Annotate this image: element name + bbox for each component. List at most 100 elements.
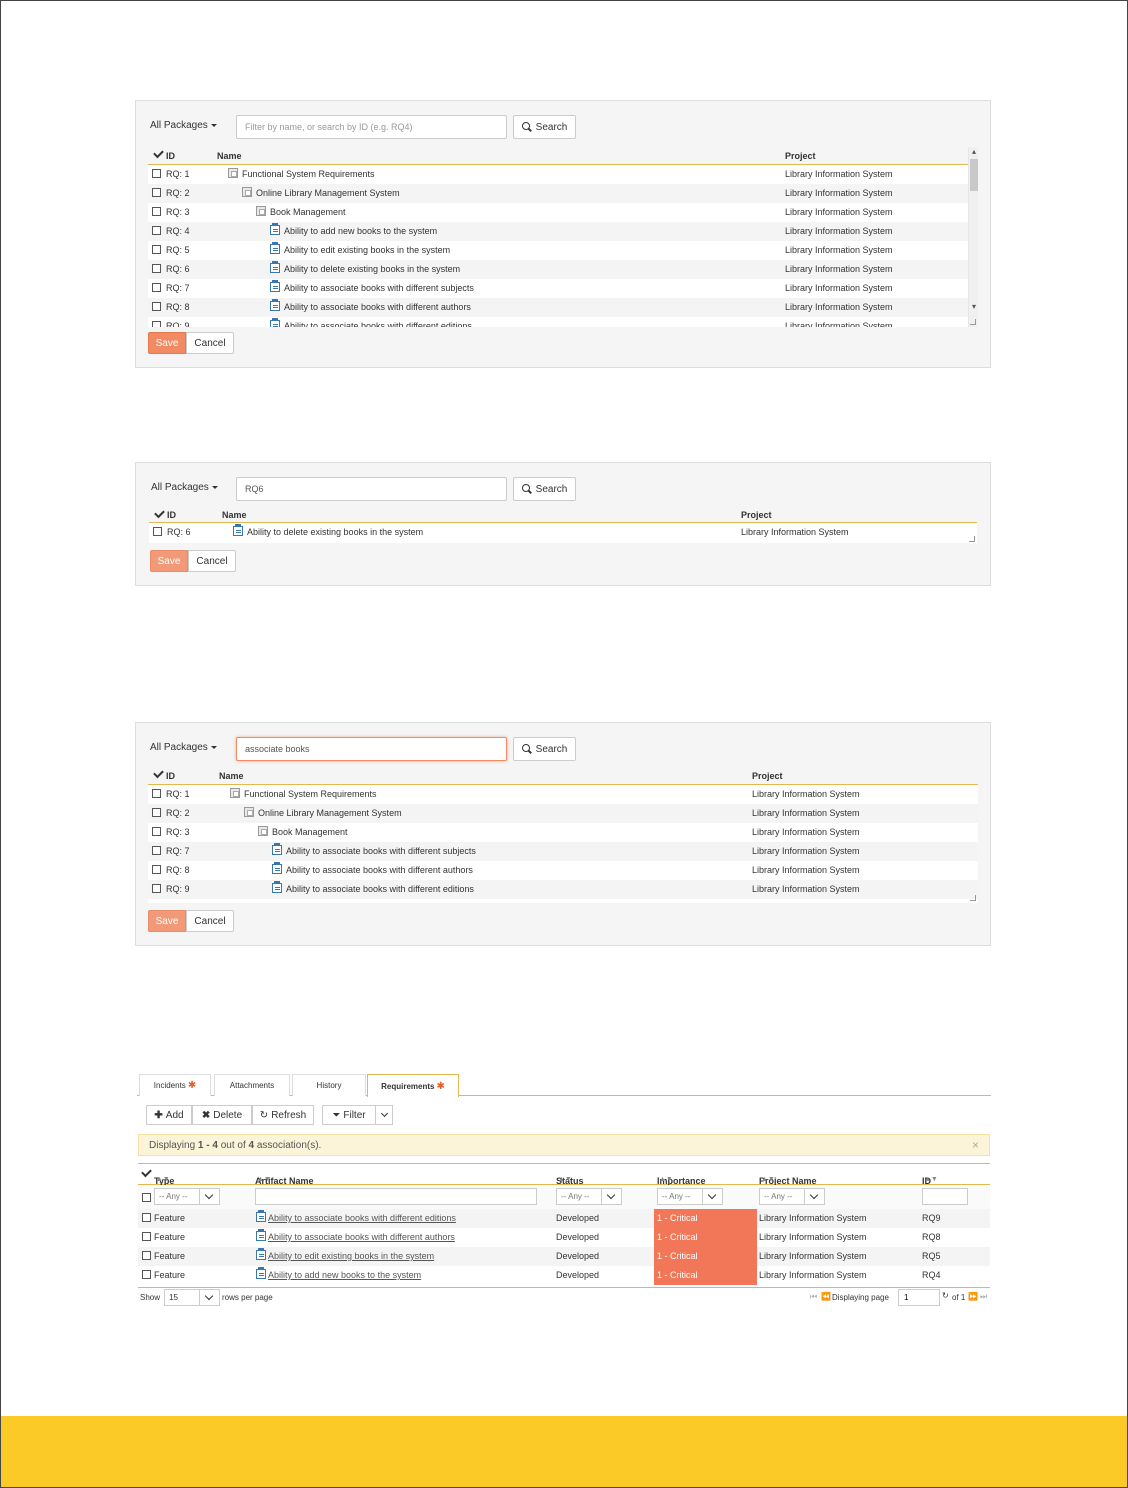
cancel-button[interactable]: Cancel [186,910,234,932]
next-page-icon[interactable]: ⏩ [968,1292,978,1301]
tab-attachments[interactable]: Attachments [214,1074,290,1096]
filter-input[interactable] [236,115,507,139]
table-row[interactable]: Feature Ability to edit existing books in… [138,1247,990,1266]
save-button[interactable]: Save [150,550,188,572]
table-row[interactable]: Feature Ability to associate books with d… [138,1228,990,1247]
scroll-down-icon[interactable]: ▾ [970,303,978,311]
grid-row[interactable]: RQ: 1 Functional System Requirements Libra… [148,785,978,804]
row-checkbox[interactable] [152,169,161,178]
refresh-icon[interactable]: ↻ [942,1291,949,1300]
row-checkbox[interactable] [152,226,161,235]
grid-row[interactable]: RQ: 9 Ability to associate books with dif… [148,317,978,327]
grid-row[interactable]: RQ: 5 Ability to edit existing books in t… [148,241,978,260]
row-checkbox[interactable] [142,1213,151,1222]
row-checkbox[interactable] [142,1251,151,1260]
grid-row[interactable]: RQ: 7 Ability to associate books with dif… [148,842,978,861]
id-filter-input[interactable] [922,1188,968,1205]
packages-dropdown[interactable]: All Packages [151,482,218,493]
first-page-icon[interactable]: ⏮ [810,1292,817,1302]
importance-filter-select[interactable]: -- Any -- [657,1188,723,1205]
save-button[interactable]: Save [148,332,186,354]
artifact-link[interactable]: Ability to edit existing books in the sy… [268,1251,434,1261]
filter-input[interactable] [236,477,507,501]
row-checkbox[interactable] [152,207,161,216]
scroll-thumb[interactable] [970,159,978,191]
sort-icon[interactable]: ▲▼ [924,1176,938,1183]
row-checkbox[interactable] [152,827,161,836]
grid-row[interactable]: RQ: 3 Book Management Library Information … [148,823,978,842]
add-button[interactable]: ✚ Add [146,1105,192,1125]
page-number-input[interactable] [898,1289,940,1306]
search-button[interactable]: Search [513,115,576,139]
save-button[interactable]: Save [148,910,186,932]
grid-row[interactable]: RQ: 2 Online Library Management System Lib… [148,804,978,823]
row-checkbox[interactable] [152,321,161,327]
artifact-name-filter-input[interactable] [255,1188,537,1205]
grid-row[interactable]: RQ: 9 Ability to associate books with dif… [148,880,978,899]
sort-icon[interactable]: ▲▼ [659,1176,673,1183]
close-icon[interactable]: × [972,1138,979,1152]
sort-icon[interactable]: ▲▼ [761,1176,775,1183]
project-filter-select[interactable]: -- Any -- [759,1188,825,1205]
row-checkbox[interactable] [152,283,161,292]
row-checkbox[interactable] [152,302,161,311]
grid-row[interactable]: RQ: 6 Ability to delete existing books in… [149,523,977,541]
table-row[interactable]: Feature Ability to associate books with d… [138,1209,990,1228]
cancel-button[interactable]: Cancel [186,332,234,354]
tab-history[interactable]: History [292,1074,366,1096]
sort-icon[interactable]: ▲▼ [156,1176,170,1183]
tab-incidents[interactable]: Incidents ✱ [139,1074,211,1096]
grid-row[interactable]: RQ: 4 Ability to add new books to the sys… [148,222,978,241]
search-button[interactable]: Search [513,477,576,501]
status-filter-select[interactable]: -- Any -- [556,1188,622,1205]
row-checkbox[interactable] [152,865,161,874]
check-all-icon[interactable] [153,767,164,779]
filter-input[interactable] [236,737,507,761]
resize-handle-icon[interactable] [969,536,975,542]
sort-icon[interactable]: ▲▼ [257,1176,271,1183]
row-checkbox[interactable] [153,527,162,536]
prev-page-icon[interactable]: ⏪ [821,1292,831,1301]
row-checkbox[interactable] [152,884,161,893]
packages-dropdown[interactable]: All Packages [150,120,217,131]
filter-checkbox[interactable] [142,1193,151,1202]
row-checkbox[interactable] [142,1270,151,1279]
artifact-link[interactable]: Ability to add new books to the system [268,1270,421,1280]
grid-row[interactable]: RQ: 1 Functional System Requirements Libra… [148,165,978,184]
row-checkbox[interactable] [152,846,161,855]
sort-icon[interactable]: ▲▼ [558,1176,572,1183]
row-checkbox[interactable] [152,808,161,817]
row-checkbox[interactable] [142,1232,151,1241]
row-checkbox[interactable] [152,188,161,197]
scrollbar[interactable]: ▴ ▾ [968,147,978,327]
artifact-link[interactable]: Ability to associate books with differen… [268,1213,456,1223]
row-checkbox[interactable] [152,789,161,798]
grid-row[interactable]: RQ: 3 Book Management Library Information … [148,203,978,222]
tab-requirements[interactable]: Requirements ✱ [367,1074,459,1097]
resize-handle-icon[interactable] [970,319,976,325]
delete-button[interactable]: ✖ Delete [192,1105,252,1125]
grid-row[interactable]: RQ: 2 Online Library Management System Lib… [148,184,978,203]
last-page-icon[interactable]: ⏭ [980,1292,987,1302]
type-filter-select[interactable]: -- Any -- [154,1188,220,1205]
grid-row[interactable]: RQ: 7 Ability to associate books with dif… [148,279,978,298]
search-button[interactable]: Search [513,737,576,761]
cancel-button[interactable]: Cancel [188,550,236,572]
check-all-icon[interactable] [141,1166,152,1178]
scroll-up-icon[interactable]: ▴ [970,148,978,156]
grid-row[interactable]: RQ: 8 Ability to associate books with dif… [148,861,978,880]
table-row[interactable]: Feature Ability to add new books to the s… [138,1266,990,1285]
resize-handle-icon[interactable] [970,895,976,901]
grid-row[interactable]: RQ: 6 Ability to delete existing books in… [148,260,978,279]
row-checkbox[interactable] [152,264,161,273]
packages-dropdown[interactable]: All Packages [150,742,217,753]
artifact-link[interactable]: Ability to associate books with differen… [268,1232,455,1242]
check-all-icon[interactable] [154,507,165,519]
row-checkbox[interactable] [152,245,161,254]
filter-options-dropdown[interactable] [375,1105,393,1125]
refresh-button[interactable]: ↻ Refresh [252,1105,314,1125]
grid-row[interactable]: RQ: 8 Ability to associate books with dif… [148,298,978,317]
filter-button[interactable]: ⏷ Filter [322,1105,376,1125]
check-all-icon[interactable] [153,147,164,159]
rows-per-page-select[interactable]: 15 [164,1289,220,1306]
